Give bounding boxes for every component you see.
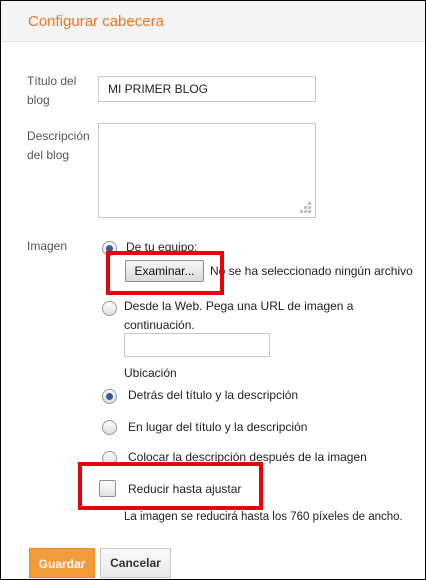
- placement-heading: Ubicación: [124, 366, 177, 380]
- blog-title-label-line1: Título del: [27, 74, 77, 88]
- save-button[interactable]: Guardar: [29, 548, 95, 578]
- blog-title-label-line2: blog: [27, 93, 50, 107]
- from-web-radio[interactable]: [102, 301, 117, 316]
- placement-behind-radio[interactable]: [102, 389, 117, 404]
- blog-description-textarea[interactable]: [98, 123, 316, 218]
- placement-instead-radio[interactable]: [102, 420, 117, 435]
- image-url-input[interactable]: [124, 333, 270, 357]
- highlight-box-browse: [106, 251, 224, 295]
- dialog-title: Configurar cabecera: [28, 13, 164, 30]
- from-web-label-line1: Desde la Web. Pega una URL de imagen a: [124, 299, 354, 313]
- blog-description-label: Descripción del blog: [27, 127, 90, 165]
- no-file-selected-text: No se ha seleccionado ningún archivo: [210, 264, 413, 278]
- blog-title-label: Título del blog: [27, 72, 76, 110]
- from-web-label: Desde la Web. Pega una URL de imagen a c…: [124, 297, 353, 335]
- placement-instead-label: En lugar del título y la descripción: [128, 420, 308, 434]
- highlight-box-shrink: [78, 462, 263, 510]
- cancel-button[interactable]: Cancelar: [100, 548, 171, 578]
- blog-description-label-line1: Descripción: [27, 129, 90, 143]
- image-label: Imagen: [27, 239, 68, 253]
- blog-description-label-line2: del blog: [27, 148, 70, 162]
- blog-title-input[interactable]: MI PRIMER BLOG: [98, 76, 316, 102]
- resize-grip-icon[interactable]: [299, 201, 311, 213]
- placement-behind-label: Detrás del título y la descripción: [128, 388, 299, 402]
- shrink-note: La imagen se reducirá hasta los 760 píxe…: [124, 511, 403, 523]
- dialog-header: Configurar cabecera: [1, 1, 425, 42]
